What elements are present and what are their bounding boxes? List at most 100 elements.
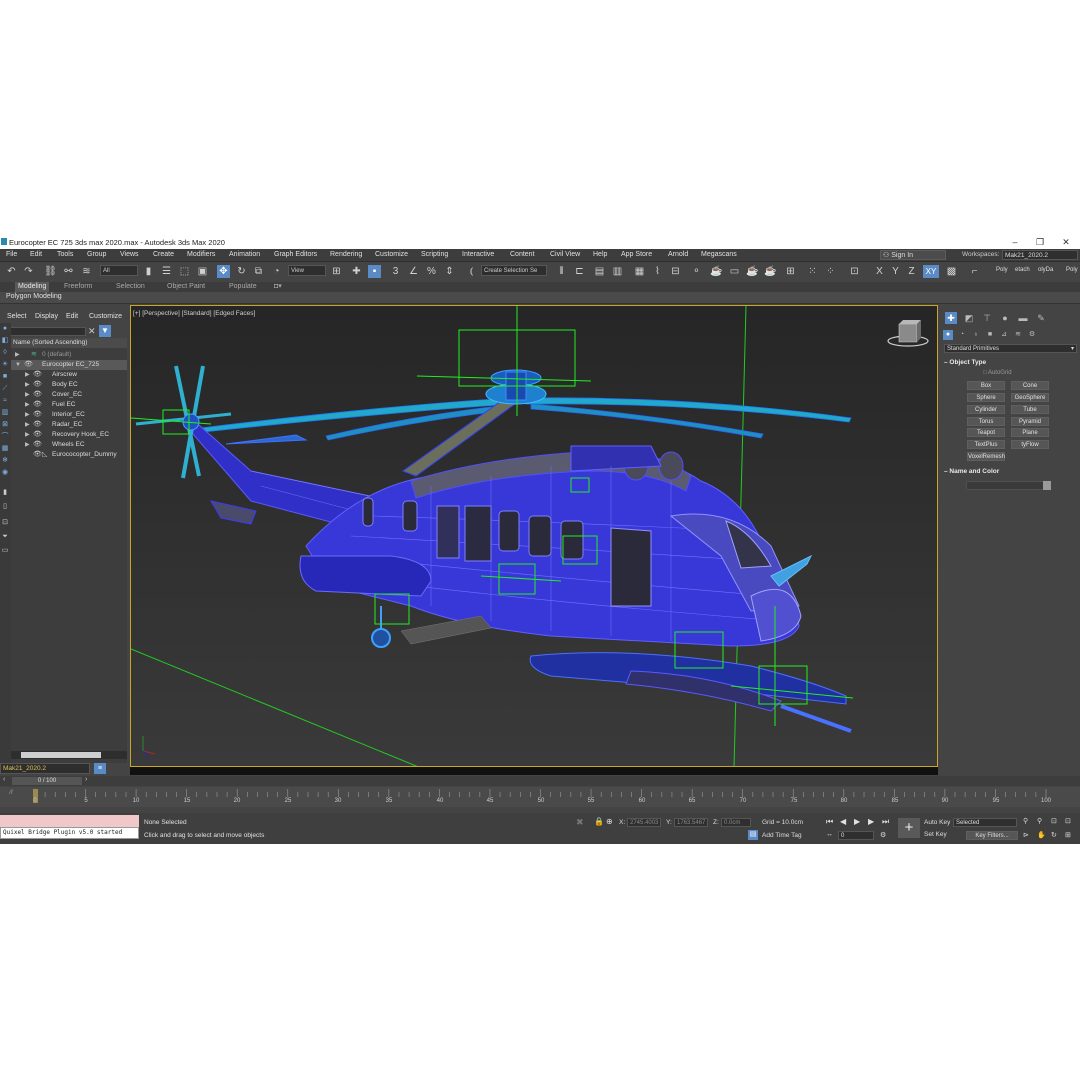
modify-tab-icon[interactable]: ◩ [963,312,975,324]
collapse-arrow-icon[interactable]: ▼ [15,360,21,370]
box-button[interactable]: Box [967,381,1005,390]
scene-row-wheels[interactable]: ▶ 👁 Wheels EC [11,440,127,450]
menu-tools[interactable]: Tools [57,250,73,260]
placement-icon[interactable]: ◔ [270,265,283,278]
layer-icon[interactable]: ▯ [1,503,9,511]
viewport-settings-icon[interactable]: ⊡ [848,265,861,278]
visibility-eye-icon[interactable]: 👁 [24,360,33,370]
ribbon-tab-poly[interactable]: Poly [996,267,1008,273]
visibility-eye-icon[interactable]: 👁 [33,450,42,460]
auto-key-button[interactable]: Auto Key [924,819,950,826]
folder-icon[interactable]: ▭ [1,547,9,555]
spinner-snap-icon[interactable]: ⇕ [443,265,456,278]
undo-icon[interactable]: ↶ [5,265,18,278]
named-selection-sets-dropdown[interactable]: Create Selection Se [481,265,547,276]
play-icon[interactable]: ▶ [854,817,860,826]
z-coordinate-field[interactable]: 0.0cm [721,818,751,827]
scene-row-recovery-hook[interactable]: ▶ 👁 Recovery Hook_EC [11,430,127,440]
scene-horizontal-scrollbar[interactable] [11,751,127,759]
link-icon[interactable]: ⛓ [44,265,57,278]
ribbon-tab-poly-2[interactable]: Poly [1066,267,1078,273]
scene-column-header[interactable]: Name (Sorted Ascending) [11,338,127,348]
display-frozen-icon[interactable]: ❄ [1,457,9,465]
scene-row-body[interactable]: ▶ 👁 Body EC [11,380,127,390]
minimize-button[interactable]: – [1004,236,1026,248]
spacewarps-icon[interactable]: ≋ [1013,330,1023,340]
expand-arrow-icon[interactable]: ▶ [25,400,30,410]
pan-icon[interactable]: ✋ [1037,831,1046,839]
teapot-button[interactable]: Teapot [967,428,1005,437]
tab-selection[interactable]: Selection [116,282,145,292]
scene-search-input[interactable] [0,327,86,336]
absolute-mode-icon[interactable]: ⊕ [606,817,613,826]
cone-button[interactable]: Cone [1011,381,1049,390]
expand-arrow-icon[interactable]: ▶ [25,380,30,390]
menu-graph-editors[interactable]: Graph Editors [274,250,317,260]
display-none-icon[interactable]: ● [1,325,9,333]
menu-content[interactable]: Content [510,250,535,260]
expand-arrow-icon[interactable]: ▶ [25,370,30,380]
scene-row-eurocopter[interactable]: ▼ 👁 Eurocopter EC_725 [11,360,127,370]
menu-file[interactable]: File [6,250,17,260]
key-set-dropdown[interactable]: Selected [953,818,1017,827]
scene-explorer-icon[interactable]: ▤ [593,265,606,278]
hierarchy-icon[interactable]: ⊡ [1,519,9,527]
layer-manager-icon[interactable]: ≡ [94,763,106,774]
viewport-label[interactable]: [+] [Perspective] [Standard] [Edged Face… [133,310,255,317]
rendered-frame-window-icon[interactable]: ▭ [728,265,741,278]
track-bar[interactable]: ⁄/ 0 5 10 15 20 25 30 35 40 45 50 55 60 … [0,787,1080,807]
tab-populate[interactable]: Populate [229,282,257,292]
display-shapes-icon[interactable]: ◊ [1,349,9,357]
next-frame-icon[interactable]: › [85,776,87,783]
scene-menu-display[interactable]: Display [35,313,58,320]
go-to-end-icon[interactable]: ⏭ [882,817,889,827]
zoom-extents-all-icon[interactable]: ⊡ [1065,817,1071,825]
mirror-icon[interactable]: ⫴ [555,265,568,278]
object-type-rollout[interactable]: – Object Type [944,358,1077,368]
visibility-eye-icon[interactable]: 👁 [33,380,42,390]
field-of-view-icon[interactable]: ⊳ [1023,831,1029,839]
autogrid-checkbox[interactable]: □ AutoGrid [983,370,1012,376]
menu-interactive[interactable]: Interactive [462,250,494,260]
visibility-eye-icon[interactable]: 👁 [33,370,42,380]
display-xrefs-icon[interactable]: ⊠ [1,421,9,429]
scene-row-interior[interactable]: ▶ 👁 Interior_EC [11,410,127,420]
menu-civil-view[interactable]: Civil View [550,250,580,260]
menu-app-store[interactable]: App Store [621,250,652,260]
edit-named-selections-icon[interactable]: ⦅ [465,265,478,278]
render-iterative-icon[interactable]: ☕ [764,265,777,278]
funnel-icon[interactable]: ⏷ [1,533,9,541]
helpers-icon[interactable]: ⊿ [999,330,1009,340]
polygon-modeling-label[interactable]: Polygon Modeling [6,293,62,300]
reference-coordinate-dropdown[interactable]: View [288,265,326,276]
name-and-color-rollout[interactable]: – Name and Color [944,467,1077,477]
tube-button[interactable]: Tube [1011,405,1049,414]
prev-frame-icon[interactable]: ‹ [3,776,5,783]
poly-tools-icon[interactable]: ⌐ [968,265,981,278]
menu-edit[interactable]: Edit [30,250,42,260]
menu-megascans[interactable]: Megascans [701,250,737,260]
hierarchy-tab-icon[interactable]: ⊤ [981,312,993,324]
geosphere-button[interactable]: GeoSphere [1011,393,1049,402]
object-color-swatch[interactable] [1043,481,1051,490]
zoom-extents-icon[interactable]: ⊡ [1051,817,1057,825]
display-bones-icon[interactable]: ⌒ [1,433,9,441]
key-filters-button[interactable]: Key Filters... [966,831,1018,840]
align-icon[interactable]: ⊏ [573,265,586,278]
expand-arrow-icon[interactable]: ▶ [15,350,20,360]
display-helpers-icon[interactable]: ⟋ [1,385,9,393]
shapes-icon[interactable]: ◔ [957,330,967,340]
display-groups-icon[interactable]: ▥ [1,409,9,417]
expand-arrow-icon[interactable]: ▶ [25,430,30,440]
maximize-button[interactable]: ❐ [1029,236,1051,248]
menu-group[interactable]: Group [87,250,106,260]
primitive-category-dropdown[interactable]: Standard Primitives ▾ [944,344,1077,353]
expand-arrow-icon[interactable]: ▶ [25,420,30,430]
time-slider[interactable]: 0 / 100 [12,777,82,785]
scene-row-cover[interactable]: ▶ 👁 Cover_EC [11,390,127,400]
snaps-toggle-icon[interactable]: 3 [389,265,402,278]
tab-modeling[interactable]: Modeling [15,282,50,292]
menu-customize[interactable]: Customize [375,250,408,260]
display-hidden-icon[interactable]: ◉ [1,469,9,477]
visibility-eye-icon[interactable]: 👁 [33,430,42,440]
